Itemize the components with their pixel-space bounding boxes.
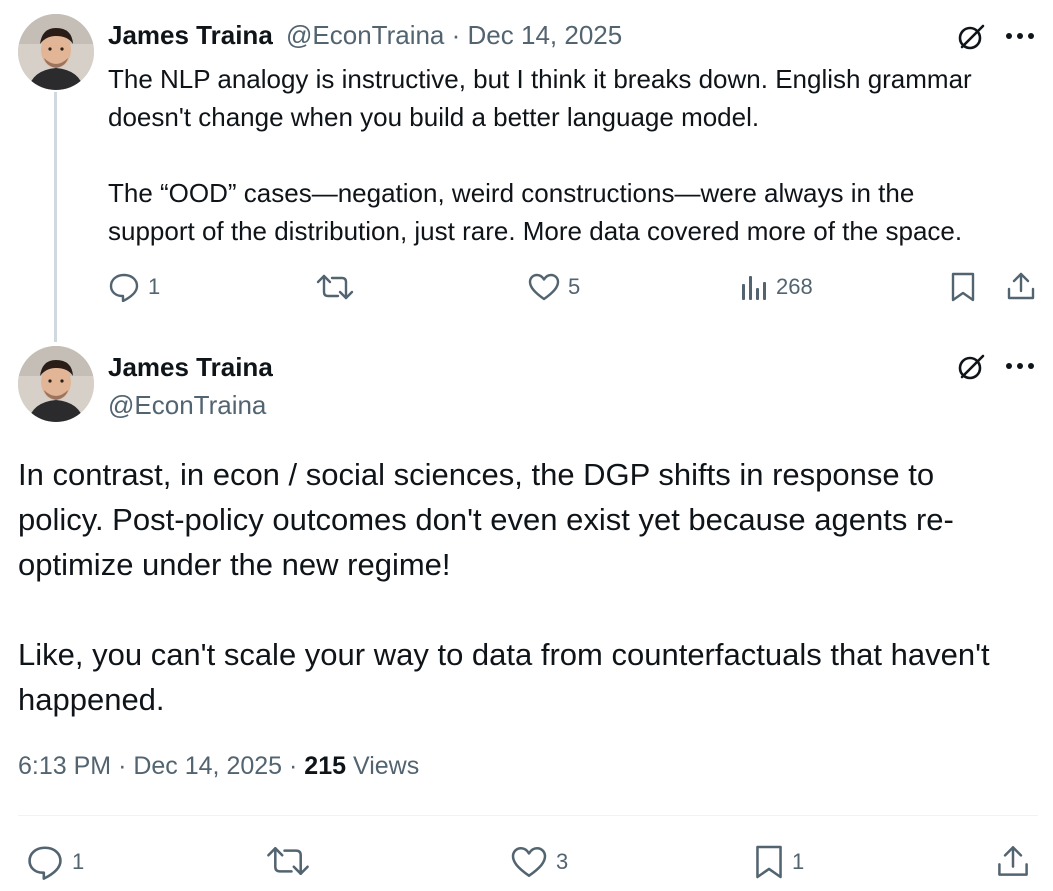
divider <box>18 815 1038 816</box>
more-icon[interactable] <box>1002 22 1038 50</box>
reply-date[interactable]: Dec 14, 2025 <box>468 20 623 50</box>
reply-button[interactable]: 1 <box>108 272 160 302</box>
main-avatar[interactable] <box>18 346 94 422</box>
main-author-name[interactable]: James Traina <box>108 352 273 383</box>
main-text-line: Like, you can't scale your way to data f… <box>18 637 990 672</box>
main-tweet-text: In contrast, in econ / social sciences, … <box>18 452 1038 722</box>
share-button[interactable] <box>1006 271 1036 301</box>
repost-button[interactable] <box>266 846 318 876</box>
views-button[interactable]: 268 <box>740 274 813 300</box>
reply-button[interactable]: 1 <box>26 844 84 880</box>
reply-icon <box>109 273 139 302</box>
like-icon <box>511 847 547 877</box>
main-text-line: In contrast, in econ / social sciences, … <box>18 457 935 492</box>
views-icon <box>742 276 766 300</box>
reply-count: 1 <box>72 849 85 874</box>
like-icon <box>528 273 560 301</box>
share-icon <box>998 846 1028 876</box>
views-count: 268 <box>776 274 813 299</box>
bookmark-button[interactable]: 1 <box>754 844 804 880</box>
reply-icon <box>28 846 62 880</box>
reply-separator: · <box>451 20 461 50</box>
grok-icon[interactable] <box>954 20 988 54</box>
share-button[interactable] <box>996 843 1030 879</box>
main-handle[interactable]: @EconTraina <box>108 390 266 421</box>
tweet-time[interactable]: 6:13 PM <box>18 752 111 780</box>
tweet-timestamp: 6:13 PM · Dec 14, 2025 · 215 Views <box>18 752 419 781</box>
reply-count: 1 <box>148 274 161 299</box>
like-button[interactable]: 5 <box>528 273 580 301</box>
like-button[interactable]: 3 <box>510 846 568 878</box>
reply-text: The NLP analogy is instructive, but I th… <box>108 60 1048 250</box>
reply-text-line: The NLP analogy is instructive, but I th… <box>108 64 972 94</box>
timestamp-separator: · <box>289 752 298 780</box>
reply-author-name[interactable]: James Traina <box>108 20 273 51</box>
reply-text-line: support of the distribution, just rare. … <box>108 216 963 246</box>
repost-icon <box>316 274 354 300</box>
timestamp-separator: · <box>118 752 127 780</box>
like-count: 3 <box>556 849 569 874</box>
reply-text-line: doesn't change when you build a better l… <box>108 102 760 132</box>
bookmark-icon <box>756 845 782 879</box>
main-text-line: happened. <box>18 682 165 717</box>
grok-icon[interactable] <box>954 350 988 384</box>
bookmark-icon <box>951 272 975 302</box>
reply-handle[interactable]: @EconTraina <box>286 20 444 50</box>
thread-line <box>54 92 57 342</box>
views-count-main: 215 <box>304 752 347 780</box>
reply-text-line: The “OOD” cases—negation, weird construc… <box>108 178 915 208</box>
bookmark-button[interactable] <box>950 272 976 302</box>
reply-meta: @EconTraina · Dec 14, 2025 <box>286 20 622 51</box>
views-label: Views <box>352 752 420 780</box>
bookmark-count: 1 <box>792 849 805 874</box>
tweet-date[interactable]: Dec 14, 2025 <box>133 752 282 780</box>
main-text-line: optimize under the new regime! <box>18 547 451 582</box>
repost-icon <box>267 847 309 875</box>
share-icon <box>1007 272 1035 300</box>
avatar[interactable] <box>18 14 94 90</box>
like-count: 5 <box>568 274 581 299</box>
more-icon[interactable] <box>1002 352 1038 380</box>
repost-button[interactable] <box>316 274 362 300</box>
main-text-line: policy. Post-policy outcomes don't even … <box>18 502 954 537</box>
